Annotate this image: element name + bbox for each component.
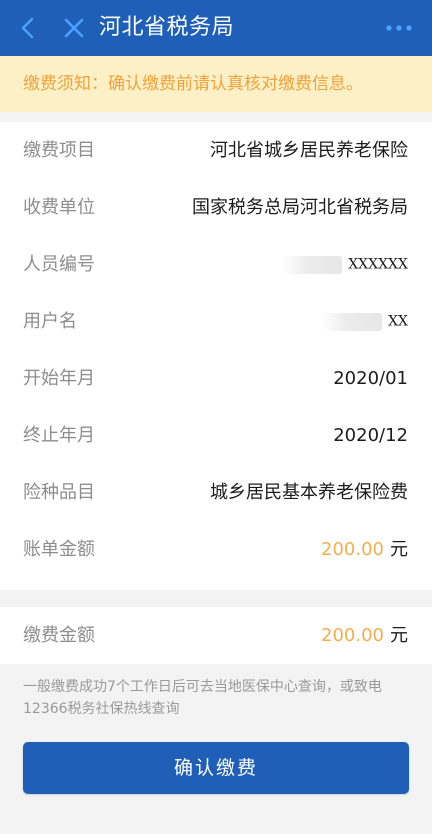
- confirm-payment-button[interactable]: 确认缴费: [23, 742, 409, 794]
- detail-row-payee: 收费单位 国家税务总局河北省税务局: [0, 179, 432, 236]
- detail-label: 开始年月: [23, 368, 95, 389]
- more-dots-icon: [386, 25, 412, 31]
- bill-amount-value: 200.00 元: [321, 521, 408, 578]
- more-button[interactable]: [384, 14, 414, 42]
- detail-label: 人员编号: [23, 254, 95, 275]
- payment-amount-card: 缴费金额 200.00 元: [0, 607, 432, 664]
- chevron-left-icon: [21, 17, 34, 39]
- detail-row-item: 缴费项目 河北省城乡居民养老保险: [0, 122, 432, 179]
- back-button[interactable]: [14, 14, 42, 42]
- detail-value-masked: XXXXXX: [282, 236, 408, 293]
- username-text: XX: [388, 313, 408, 330]
- detail-label: 收费单位: [23, 197, 95, 218]
- query-tip: 一般缴费成功7个工作日后可去当地医保中心查询，或致电12366税务社保热线查询: [23, 679, 382, 717]
- detail-label: 终止年月: [23, 425, 95, 446]
- detail-label: 用户名: [23, 311, 77, 332]
- detail-label: 缴费项目: [23, 140, 95, 161]
- bill-amount: 200.00: [321, 539, 384, 560]
- detail-value-masked: XX: [322, 293, 408, 350]
- payment-notice: 缴费须知：确认缴费前请认真核对缴费信息。: [0, 56, 432, 112]
- payment-details-card: 缴费项目 河北省城乡居民养老保险 收费单位 国家税务总局河北省税务局 人员编号 …: [0, 122, 432, 590]
- detail-row-insurance-type: 险种品目 城乡居民基本养老保险费: [0, 464, 432, 521]
- detail-value: 城乡居民基本养老保险费: [210, 482, 408, 503]
- detail-row-username: 用户名 XX: [0, 293, 432, 350]
- detail-label: 险种品目: [23, 482, 95, 503]
- close-button[interactable]: [60, 14, 88, 42]
- detail-row-end-month: 终止年月 2020/12: [0, 407, 432, 464]
- page-title: 河北省税务局: [99, 15, 235, 40]
- payment-amount-value: 200.00 元: [321, 607, 408, 664]
- detail-value: 2020/01: [333, 368, 408, 389]
- payment-amount: 200.00: [321, 625, 384, 646]
- detail-row-bill-amount: 账单金额 200.00 元: [0, 521, 432, 578]
- privacy-blur: [282, 256, 343, 274]
- detail-value: 2020/12: [333, 425, 408, 446]
- detail-label: 账单金额: [23, 539, 95, 560]
- detail-value: 河北省城乡居民养老保险: [210, 140, 408, 161]
- detail-row-start-month: 开始年月 2020/01: [0, 350, 432, 407]
- privacy-blur: [322, 313, 383, 331]
- currency-unit: 元: [390, 625, 408, 646]
- payment-amount-row: 缴费金额 200.00 元: [0, 607, 432, 664]
- detail-row-person-id: 人员编号 XXXXXX: [0, 236, 432, 293]
- title-bar: 河北省税务局: [0, 0, 432, 56]
- payment-amount-label: 缴费金额: [23, 625, 95, 646]
- person-id-text: XXXXXX: [348, 256, 408, 273]
- currency-unit: 元: [390, 539, 408, 560]
- detail-value: 国家税务总局河北省税务局: [192, 197, 408, 218]
- close-icon: [64, 18, 84, 38]
